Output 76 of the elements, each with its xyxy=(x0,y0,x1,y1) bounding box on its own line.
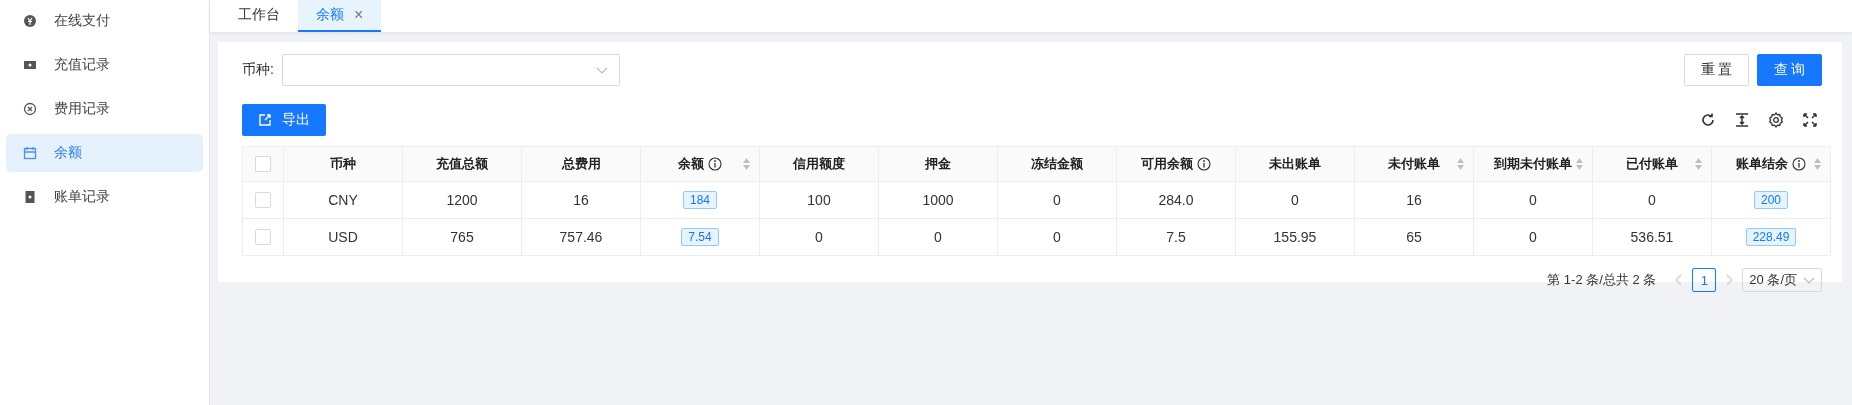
sort-icon[interactable] xyxy=(1813,157,1822,171)
sidebar-item[interactable]: 在线支付 xyxy=(6,2,203,40)
table-cell: 0 xyxy=(878,218,998,256)
table-cell: 16 xyxy=(521,181,641,219)
info-icon xyxy=(708,157,722,171)
column-header: 币种 xyxy=(330,155,356,173)
reset-button[interactable]: 重 置 xyxy=(1684,54,1749,86)
table-cell: 1000 xyxy=(878,181,998,219)
export-icon xyxy=(258,113,272,127)
table-cell: 0 xyxy=(1473,181,1593,219)
refresh-icon[interactable] xyxy=(1700,112,1716,128)
filter-label: 币种: xyxy=(242,61,274,79)
sort-icon[interactable] xyxy=(1694,157,1703,171)
table-cell: CNY xyxy=(283,181,403,219)
table-cell: 65 xyxy=(1354,218,1474,256)
fullscreen-icon[interactable] xyxy=(1802,112,1818,128)
amount-tag: 228.49 xyxy=(1745,228,1797,246)
column-header: 可用余额 xyxy=(1141,155,1193,173)
checkbox[interactable] xyxy=(255,229,271,245)
column-header: 充值总额 xyxy=(436,155,488,173)
checkbox[interactable] xyxy=(255,192,271,208)
column-header: 信用额度 xyxy=(793,155,845,173)
table-cell: 1200 xyxy=(402,181,522,219)
search-button[interactable]: 查 询 xyxy=(1757,54,1822,86)
column-header: 总费用 xyxy=(561,155,601,173)
amount-tag: 200 xyxy=(1754,191,1788,209)
close-icon[interactable]: × xyxy=(354,6,364,24)
table-cell: USD xyxy=(283,218,403,256)
ticket-icon xyxy=(23,58,37,72)
table-cell: 155.95 xyxy=(1235,218,1355,256)
table-cell: 0 xyxy=(759,218,879,256)
sidebar-item[interactable]: 充值记录 xyxy=(6,46,203,84)
sort-icon[interactable] xyxy=(1575,157,1584,171)
sort-icon[interactable] xyxy=(1456,157,1465,171)
table-cell: 7.5 xyxy=(1116,218,1236,256)
sort-icon[interactable] xyxy=(742,157,751,171)
sidebar-item[interactable]: 账单记录 xyxy=(6,178,203,216)
column-header: 冻结金额 xyxy=(1031,155,1083,173)
chevron-right-icon[interactable] xyxy=(1724,274,1735,286)
column-header: 账单结余 xyxy=(1736,155,1788,173)
page-button[interactable]: 1 xyxy=(1692,268,1717,292)
column-header: 到期未付账单 xyxy=(1494,155,1572,173)
column-header: 未出账单 xyxy=(1269,155,1321,173)
pagination-summary: 第 1-2 条/总共 2 条 xyxy=(1547,271,1657,289)
page-size-select[interactable]: 20 条/页 xyxy=(1742,268,1822,292)
table-cell: 0 xyxy=(1235,181,1355,219)
tab[interactable]: 余额 × xyxy=(298,0,382,32)
sidebar-item[interactable]: 余额 xyxy=(6,134,203,172)
coin-icon xyxy=(23,14,37,28)
table-cell: 16 xyxy=(1354,181,1474,219)
settings-icon[interactable] xyxy=(1768,112,1784,128)
table-cell: 757.46 xyxy=(521,218,641,256)
table-cell: 765 xyxy=(402,218,522,256)
column-header: 余额 xyxy=(678,155,704,173)
column-header: 未付账单 xyxy=(1388,155,1440,173)
tab[interactable]: 工作台 xyxy=(220,0,298,32)
amount-tag: 184 xyxy=(683,191,717,209)
table-cell: 0 xyxy=(997,181,1117,219)
checkbox[interactable] xyxy=(255,156,271,172)
info-icon xyxy=(1197,157,1211,171)
calendar-icon xyxy=(23,146,37,160)
table-cell: 284.0 xyxy=(1116,181,1236,219)
column-header: 押金 xyxy=(925,155,951,173)
table-cell: 100 xyxy=(759,181,879,219)
table-cell: 536.51 xyxy=(1592,218,1712,256)
table-cell: 0 xyxy=(1592,181,1712,219)
table-cell: 0 xyxy=(997,218,1117,256)
info-icon xyxy=(1792,157,1806,171)
currency-select[interactable] xyxy=(281,54,620,86)
sidebar-item[interactable]: 费用记录 xyxy=(6,90,203,128)
amount-tag: 7.54 xyxy=(681,228,719,246)
table-cell: 0 xyxy=(1473,218,1593,256)
document-icon xyxy=(23,190,37,204)
row-height-icon[interactable] xyxy=(1734,112,1750,128)
export-button[interactable]: 导出 xyxy=(242,104,326,136)
column-header: 已付账单 xyxy=(1626,155,1678,173)
